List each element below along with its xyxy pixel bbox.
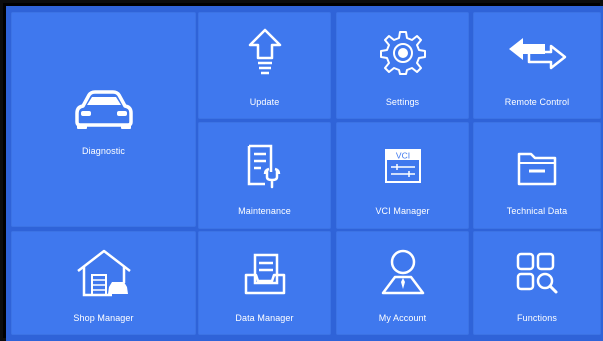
tile-label: Maintenance — [238, 206, 291, 216]
tile-update[interactable]: Update — [198, 12, 331, 119]
document-tray-icon — [244, 253, 286, 295]
tile-label: VCI Manager — [375, 206, 430, 216]
tile-my-account[interactable]: My Account — [336, 231, 469, 335]
tile-vci-manager[interactable]: VCI VCI Manager — [336, 122, 469, 229]
tile-settings[interactable]: Settings — [336, 12, 469, 119]
home-launcher: Diagnostic Update Settings Remote Contro… — [6, 6, 603, 341]
tile-label: Functions — [517, 313, 557, 323]
tile-label: Diagnostic — [81, 146, 126, 156]
tile-label: My Account — [378, 313, 427, 323]
car-front-icon — [73, 90, 135, 130]
grid-search-icon — [516, 252, 558, 294]
document-wrench-icon — [245, 144, 285, 189]
folder-icon — [517, 150, 557, 186]
tile-label: Technical Data — [506, 206, 568, 216]
tile-label: Remote Control — [504, 97, 570, 107]
vci-badge-text: VCI — [395, 151, 409, 161]
garage-car-icon — [76, 249, 132, 297]
gear-icon — [379, 31, 426, 75]
tile-shop-manager[interactable]: Shop Manager — [11, 231, 196, 335]
up-arrow-icon — [248, 28, 282, 75]
tile-label: Shop Manager — [73, 313, 134, 323]
tile-technical-data[interactable]: Technical Data — [473, 122, 601, 229]
two-way-arrows-icon — [507, 36, 567, 70]
tile-functions[interactable]: Functions — [473, 231, 601, 335]
tile-label: Settings — [385, 97, 420, 107]
tile-label: Update — [249, 97, 280, 107]
user-icon — [381, 249, 425, 295]
tile-data-manager[interactable]: Data Manager — [198, 231, 331, 335]
tile-label: Data Manager — [235, 313, 294, 323]
tile-maintenance[interactable]: Maintenance — [198, 122, 331, 229]
tile-remote-control[interactable]: Remote Control — [473, 12, 601, 119]
vci-device-icon: VCI — [384, 148, 422, 184]
device-screen: Diagnostic Update Settings Remote Contro… — [0, 0, 603, 341]
tile-diagnostic[interactable]: Diagnostic — [11, 12, 196, 227]
